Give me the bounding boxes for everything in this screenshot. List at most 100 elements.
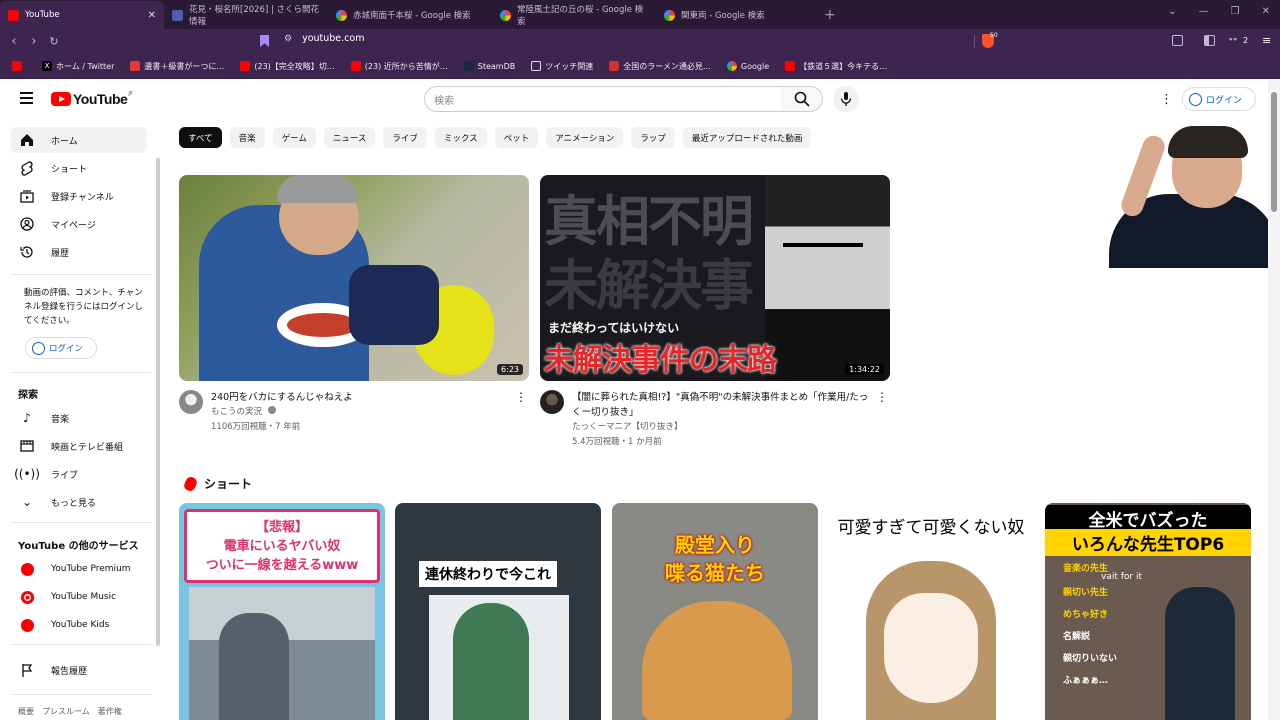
forward-icon[interactable]: ›: [24, 34, 44, 49]
video-menu-icon[interactable]: ⋮: [515, 390, 527, 404]
bookmark-label: (23)【完全攻略】切…: [254, 61, 335, 71]
short-person-shape: [1165, 587, 1235, 720]
sakura-favicon-icon: [172, 9, 183, 21]
voice-search-button[interactable]: [833, 86, 859, 112]
chip-mixes[interactable]: ミックス: [434, 127, 487, 148]
guide-menu-icon[interactable]: [20, 92, 33, 107]
sidebar-item-kids[interactable]: YouTube Kids: [11, 612, 147, 638]
minimize-icon[interactable]: —: [1199, 6, 1209, 17]
bookmark-folder-twitch[interactable]: ツイッチ関連: [525, 61, 599, 72]
menu-icon[interactable]: ≡: [1262, 34, 1271, 47]
url-field[interactable]: ⚙ youtube.com: [284, 33, 364, 44]
shorts-logo-icon: [182, 474, 199, 493]
chip-live[interactable]: ライブ: [383, 127, 427, 148]
chip-recently-uploaded[interactable]: 最近アップロードされた動画: [682, 127, 812, 148]
short-overlay-text: 殿堂入り: [675, 533, 755, 557]
bookmark-icon[interactable]: [260, 35, 269, 47]
sidebar-footer-links[interactable]: 概要 プレスルーム 著作権: [18, 706, 122, 717]
chip-animation[interactable]: アニメーション: [546, 127, 624, 148]
restore-icon[interactable]: ❐: [1231, 6, 1240, 17]
short-card[interactable]: 可愛すぎて可愛くない奴: [828, 503, 1034, 720]
tab-google-1[interactable]: 赤城南面千本桜 - Google 検索: [328, 1, 492, 29]
sidebar-toggle-icon[interactable]: [1172, 35, 1183, 46]
tab-google-2[interactable]: 常陸風土記の丘の桜 - Google 検索: [492, 1, 656, 29]
channel-name[interactable]: もこうの実況: [211, 407, 262, 417]
sidebar-item-subscriptions[interactable]: 登録チャンネル: [11, 183, 147, 209]
video-title[interactable]: 240円をバカにするんじゃねえよ: [211, 390, 529, 405]
bookmark-train[interactable]: 【鉄道５選】今キテる…: [779, 61, 893, 72]
bookmark-4[interactable]: (23) 近所から苦情が…: [345, 61, 454, 72]
short-card[interactable]: 殿堂入り 喋る猫たち: [612, 503, 818, 720]
settings-kebab-icon[interactable]: ⋮: [1160, 92, 1173, 107]
sidebar-item-shorts[interactable]: ショート: [11, 155, 147, 181]
sidebar-item-label: 音楽: [51, 414, 70, 425]
sidebar-item-music-app[interactable]: YouTube Music: [11, 584, 147, 610]
page-scrollbar[interactable]: [1268, 80, 1280, 720]
youtube-icon: [350, 61, 361, 71]
sidebar-item-premium[interactable]: YouTube Premium: [11, 556, 147, 582]
chip-pets[interactable]: ペット: [494, 127, 539, 148]
short-card[interactable]: 全米でバズった いろんな先生TOP6 音楽の先生 vait for it 親切い…: [1045, 503, 1251, 720]
bookmark-2[interactable]: 遺書＋級書がーつに…: [124, 61, 230, 72]
chip-rap[interactable]: ラップ: [631, 127, 675, 148]
new-tab-icon[interactable]: +: [824, 7, 836, 29]
bookmark-twitter[interactable]: X ホーム / Twitter: [36, 61, 120, 72]
signin-button[interactable]: ログイン: [1182, 87, 1256, 111]
channel-name[interactable]: たっくーマニア【切り抜き】: [572, 420, 890, 435]
bookmark-youtube[interactable]: [6, 61, 32, 71]
channel-avatar[interactable]: [540, 390, 564, 414]
video-card[interactable]: 真相不明 未解決事 まだ終わってはいけない 未解決事件の末路 1:34:22 【…: [540, 175, 890, 450]
panel-icon[interactable]: [1204, 35, 1215, 46]
short-card[interactable]: 連休終わりで今これ: [395, 503, 601, 720]
reload-icon[interactable]: ↻: [44, 35, 64, 48]
chip-music[interactable]: 音楽: [229, 127, 265, 148]
video-thumbnail[interactable]: 6:23: [179, 175, 529, 381]
tab-google-3[interactable]: 関東両 - Google 検索: [656, 1, 820, 29]
sidebar-item-label: マイページ: [51, 220, 96, 231]
search-input[interactable]: 検索: [424, 86, 782, 112]
vpn-icon[interactable]: 👓: [1228, 35, 1238, 44]
tab-youtube[interactable]: YouTube ✕: [0, 1, 164, 29]
search-button[interactable]: [781, 86, 823, 112]
chip-gaming[interactable]: ゲーム: [272, 127, 316, 148]
bookmark-ramen[interactable]: 全国のラーメン通必見…: [603, 61, 717, 72]
sidebar-item-history[interactable]: 履歴: [11, 239, 147, 265]
site-info-icon[interactable]: ⚙: [284, 34, 292, 44]
video-menu-icon[interactable]: ⋮: [876, 390, 888, 404]
sidebar-item-report-history[interactable]: 報告履歴: [11, 657, 147, 683]
scroll-thumb[interactable]: [1271, 92, 1277, 212]
short-list-3: めちゃ好き: [1063, 610, 1109, 620]
sidebar-item-music[interactable]: ♪ 音楽: [11, 405, 147, 431]
bookmark-google[interactable]: Google: [721, 61, 775, 71]
close-window-icon[interactable]: ✕: [1262, 6, 1270, 17]
sidebar-divider: [11, 644, 151, 645]
sidebar-divider: [11, 694, 151, 695]
sidebar-item-you[interactable]: マイページ: [11, 211, 147, 237]
sidebar-signin-button[interactable]: ログイン: [25, 337, 97, 359]
video-card[interactable]: 6:23 240円をバカにするんじゃねえよ もこうの実況 1106万回視聴・7 …: [179, 175, 529, 435]
video-duration: 6:23: [497, 364, 523, 375]
tab-sakura[interactable]: 花見・桜名所[2026] | さくら開花情報: [164, 1, 328, 29]
video-thumbnail[interactable]: 真相不明 未解決事 まだ終わってはいけない 未解決事件の末路 1:34:22: [540, 175, 890, 381]
video-title[interactable]: 【闇に葬られた真相!?】"真偽不明"の未解決事件まとめ「作業用/たっくー切り抜き…: [572, 390, 890, 420]
sidebar-item-live[interactable]: ((•)) ライブ: [11, 461, 147, 487]
chip-news[interactable]: ニュース: [323, 127, 376, 148]
bookmark-favicon-icon: [130, 61, 141, 71]
back-icon[interactable]: ‹: [4, 34, 24, 49]
tab-search-icon[interactable]: ⌄: [1168, 6, 1176, 17]
logo-region: JP: [128, 91, 133, 97]
google-favicon-icon: [336, 9, 347, 21]
close-tab-icon[interactable]: ✕: [148, 10, 156, 21]
sidebar-scrollbar[interactable]: [156, 158, 160, 646]
youtube-logo[interactable]: YouTube JP: [51, 91, 133, 107]
youtube-favicon-icon: [8, 9, 19, 21]
channel-avatar[interactable]: [179, 390, 203, 414]
tab-title: 花見・桜名所[2026] | さくら開花情報: [189, 5, 320, 27]
short-card[interactable]: 【悲報】 電車にいるヤバい奴 ついに一線を越えるwww: [179, 503, 385, 720]
bookmark-3[interactable]: (23)【完全攻略】切…: [234, 61, 340, 72]
chip-all[interactable]: すべて: [179, 127, 222, 148]
bookmark-steamdb[interactable]: SteamDB: [458, 61, 521, 71]
sidebar-item-movies[interactable]: 映画とテレビ番組: [11, 433, 147, 459]
sidebar-item-home[interactable]: ホーム: [11, 127, 147, 153]
sidebar-item-show-more[interactable]: ⌄ もっと見る: [11, 489, 147, 515]
